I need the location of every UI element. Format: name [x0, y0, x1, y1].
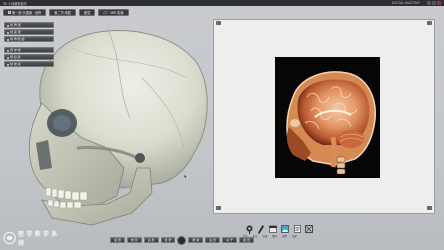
sagittal-mri-slice — [286, 71, 376, 175]
calendar-icon[interactable] — [269, 224, 277, 234]
bottom-toolbar: 返 回 前 页 后 页 目 录 帮 助 设 置 关 于 退 出 — [110, 235, 254, 245]
fullscreen-icon[interactable] — [305, 224, 313, 234]
document-icon[interactable] — [293, 224, 301, 234]
pen-icon — [258, 224, 264, 234]
breadcrumb-label: CT · MRI 影像 — [103, 11, 124, 15]
back-button[interactable]: 返 回 — [110, 237, 125, 243]
minimize-button[interactable] — [427, 1, 431, 5]
menu-item[interactable]: 颅 骨 观 — [4, 22, 54, 28]
menu-item-label: 颅 后 窝 — [10, 55, 21, 59]
exit-button[interactable]: 退 出 — [238, 237, 254, 243]
window-brand: DIGITAL ANATOMY — [391, 1, 420, 5]
breadcrumb-label: 断层 — [84, 11, 91, 15]
button-label: 帮 助 — [192, 238, 200, 242]
tool-label: 全屏 — [291, 235, 297, 238]
bullet-icon — [6, 57, 9, 59]
image-panel — [213, 19, 435, 214]
side-menu: 颅 骨 观 颅 底 观 颅 骨 断 面 颅 中 窝 颅 后 窝 颅 前 窝 — [4, 22, 54, 72]
next-page-button[interactable]: 后 页 — [143, 237, 159, 243]
breadcrumb: 第一篇 头颈部 · 颅骨 第二节 颅腔 断层 CT · MRI 影像 — [3, 9, 129, 17]
menu-group: 颅 中 窝 颅 后 窝 颅 前 窝 — [4, 47, 54, 67]
contents-button[interactable]: 目 录 — [160, 237, 176, 243]
locate-pin-icon[interactable] — [245, 224, 253, 234]
prev-page-button[interactable]: 前 页 — [126, 237, 142, 243]
breadcrumb-item[interactable]: 第二节 颅腔 — [49, 9, 77, 16]
button-label: 目 录 — [164, 238, 172, 242]
button-label: 后 页 — [147, 238, 155, 242]
bullet-icon — [6, 50, 9, 52]
picture-icon[interactable] — [281, 224, 289, 234]
breadcrumb-item[interactable]: CT · MRI 影像 — [98, 9, 129, 16]
tool-label: 说明 — [282, 235, 287, 238]
button-label: 前 页 — [130, 238, 138, 242]
about-button[interactable]: 关 于 — [222, 237, 237, 243]
calendar-icon — [269, 225, 277, 233]
logo: 医 学 教 学 系 统 — [3, 230, 63, 247]
logo-text: 医 学 教 学 系 统 — [18, 232, 58, 247]
locate-pin-icon — [246, 225, 252, 234]
panel-header — [214, 20, 434, 26]
help-button[interactable]: 帮 助 — [188, 237, 204, 243]
navigation-knob[interactable] — [177, 235, 187, 245]
panel-next-icon[interactable] — [427, 206, 432, 210]
tool-label: 图片 — [272, 235, 278, 238]
menu-group: 颅 骨 观 颅 底 观 颅 骨 断 面 — [4, 22, 54, 42]
panel-footer — [216, 206, 432, 211]
app-title: 3D 人体解剖软件 — [3, 1, 28, 6]
menu-item[interactable]: 颅 后 窝 — [4, 54, 54, 60]
button-label: 关 于 — [226, 238, 233, 242]
document-icon — [293, 225, 301, 233]
menu-item-label: 颅 骨 观 — [10, 23, 21, 27]
panel-close-icon[interactable] — [427, 21, 432, 25]
mouse-cursor-icon — [184, 175, 187, 178]
bullet-icon — [6, 64, 9, 66]
breadcrumb-item[interactable]: 第一篇 头颈部 · 颅骨 — [3, 9, 47, 16]
button-label: 返 回 — [114, 238, 121, 242]
menu-item[interactable]: 颅 骨 断 面 — [4, 36, 54, 42]
bullet-icon — [6, 39, 9, 41]
menu-item-label: 颅 前 窝 — [10, 62, 21, 66]
maximize-button[interactable] — [432, 1, 436, 5]
picture-icon — [281, 225, 289, 233]
tool-label: 记录 — [262, 235, 268, 238]
panel-prev-icon[interactable] — [216, 206, 221, 210]
panel-menu-icon[interactable] — [216, 21, 221, 25]
menu-item[interactable]: 颅 中 窝 — [4, 47, 54, 53]
menu-item-label: 颅 骨 断 面 — [10, 37, 25, 41]
home-icon — [8, 11, 11, 14]
menu-item-label: 颅 中 窝 — [10, 48, 21, 52]
button-label: 设 置 — [209, 238, 217, 242]
menu-item-label: 颅 底 观 — [10, 30, 21, 34]
button-label: 退 出 — [242, 238, 250, 242]
pen-icon[interactable] — [257, 224, 265, 234]
settings-button[interactable]: 设 置 — [205, 237, 221, 243]
bullet-icon — [6, 25, 9, 27]
menu-item[interactable]: 颅 前 窝 — [4, 61, 54, 67]
fullscreen-icon — [305, 225, 313, 233]
close-button[interactable] — [437, 1, 441, 5]
breadcrumb-label: 第一篇 头颈部 · 颅骨 — [12, 11, 42, 15]
title-bar: 3D 人体解剖软件 DIGITAL ANATOMY — [0, 0, 444, 6]
bullet-icon — [6, 32, 9, 34]
breadcrumb-label: 第二节 颅腔 — [54, 11, 72, 15]
breadcrumb-item[interactable]: 断层 — [79, 9, 96, 16]
tool-icon-bar — [245, 224, 313, 234]
menu-item[interactable]: 颅 底 观 — [4, 29, 54, 35]
mri-image[interactable] — [275, 57, 380, 178]
logo-mark-icon — [3, 231, 16, 245]
